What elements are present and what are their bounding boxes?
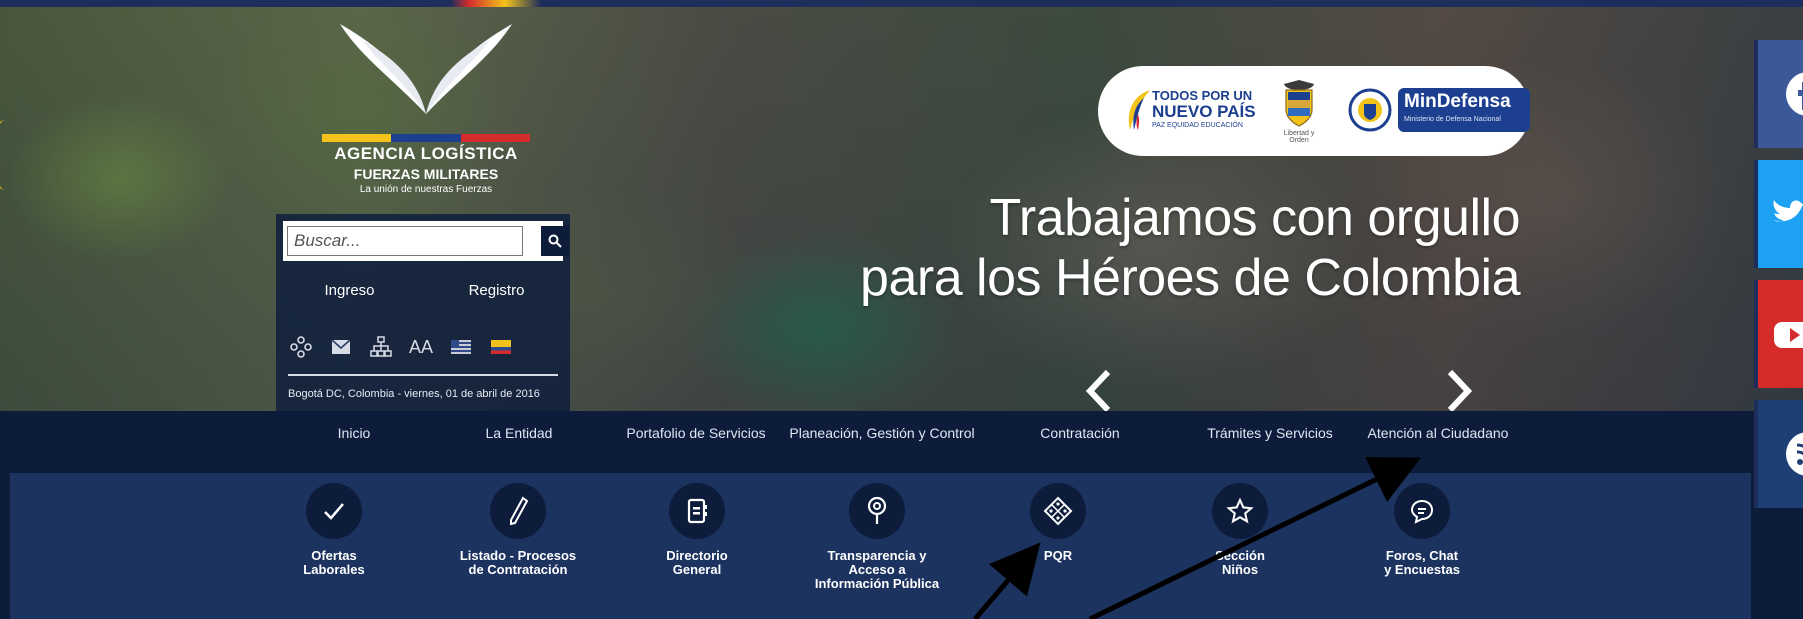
check-icon [306, 483, 362, 539]
address-book-icon [669, 483, 725, 539]
search-input[interactable] [287, 226, 523, 256]
twitter-link[interactable] [1754, 160, 1803, 268]
slogan-line-1: Trabajamos con orgullo [989, 189, 1521, 247]
service-label: PQR [1043, 548, 1073, 563]
search-icon [548, 234, 562, 248]
nav-portafolio[interactable]: Portafolio de Servicios [626, 425, 765, 441]
brand-subname: FUERZAS MILITARES [353, 166, 499, 182]
nav-la-entidad[interactable]: La Entidad [486, 425, 553, 441]
national-shield-logo[interactable]: Libertad y Orden [1274, 80, 1324, 144]
left-edge-strip [0, 411, 10, 619]
pen-icon [490, 483, 546, 539]
todos-line2: NUEVO PAÍS [1152, 102, 1256, 121]
service-foros-chat[interactable]: Foros, Chat y Encuestas [1342, 483, 1502, 577]
nav-contratacion[interactable]: Contratación [1040, 425, 1119, 441]
register-link[interactable]: Registro [423, 282, 570, 299]
star-icon [1212, 483, 1268, 539]
nav-planeacion[interactable]: Planeación, Gestión y Control [789, 425, 974, 441]
slogan-line-2: para los Héroes de Colombia [860, 249, 1520, 307]
service-label: Sección Niños [1215, 548, 1265, 577]
flag-bar [322, 134, 530, 142]
service-label: Ofertas Laborales [303, 548, 365, 577]
service-label: Transparencia y Acceso a Información Púb… [814, 548, 940, 591]
todos-line3: PAZ EQUIDAD EDUCACIÓN [1152, 122, 1243, 129]
twitter-icon [1773, 200, 1803, 222]
nav-inicio[interactable]: Inicio [338, 425, 371, 441]
rss-link[interactable] [1754, 400, 1803, 508]
wings-icon [340, 24, 512, 114]
search-button[interactable] [541, 226, 569, 256]
service-label: Foros, Chat y Encuestas [1384, 548, 1460, 577]
service-listado-procesos[interactable]: Listado - Procesos de Contratación [438, 483, 598, 577]
carousel-next-icon[interactable] [1444, 368, 1476, 414]
service-transparencia[interactable]: Transparencia y Acceso a Información Púb… [797, 483, 957, 591]
flag-us-icon[interactable] [448, 334, 474, 360]
accessibility-tools: AA [288, 332, 558, 362]
org-chart-icon[interactable] [368, 334, 394, 360]
divider [288, 374, 558, 376]
auth-links: Ingreso Registro [276, 282, 570, 299]
chat-bubble-icon [1394, 483, 1450, 539]
text-size-icon[interactable]: AA [408, 334, 434, 360]
todos-line1: TODOS POR UN [1152, 88, 1253, 103]
quick-panel: Ingreso Registro AA Bogotá DC, Colombia … [276, 214, 570, 411]
service-seccion-ninos[interactable]: Sección Niños [1160, 483, 1320, 577]
services-bar: Ofertas Laborales Listado - Procesos de … [0, 473, 1751, 619]
colombia-swoosh-icon [1128, 90, 1150, 130]
current-date: Bogotá DC, Colombia - viernes, 01 de abr… [288, 388, 540, 400]
mindefensa-title: MinDefensa [1404, 91, 1511, 112]
mail-icon[interactable] [328, 334, 354, 360]
facebook-icon [1786, 72, 1803, 116]
mindefensa-box: MinDefensa Ministerio de Defensa Naciona… [1398, 88, 1530, 132]
main-navigation: Inicio La Entidad Portafolio de Servicio… [0, 411, 1751, 473]
government-badges: TODOS POR UN NUEVO PAÍS PAZ EQUIDAD EDUC… [1098, 66, 1530, 156]
brand-tagline: La unión de nuestras Fuerzas [359, 184, 493, 195]
brand-name: AGENCIA LOGÍSTICA [334, 144, 518, 163]
rss-icon [1786, 432, 1803, 476]
nav-atencion[interactable]: Atención al Ciudadano [1368, 425, 1509, 441]
service-ofertas-laborales[interactable]: Ofertas Laborales [254, 483, 414, 577]
youtube-icon [1774, 322, 1803, 348]
search-box [283, 221, 569, 261]
nav-tramites[interactable]: Trámites y Servicios [1207, 425, 1333, 441]
carousel-prev-icon[interactable] [1082, 368, 1114, 414]
mindefensa-seal-icon [1348, 88, 1392, 132]
coat-of-arms-icon [1284, 80, 1314, 127]
facebook-link[interactable] [1754, 40, 1803, 148]
shield-caption: Libertad y Orden [1283, 130, 1315, 144]
top-color-band [0, 0, 1803, 7]
site-logo[interactable]: AGENCIA LOGÍSTICA FUERZAS MILITARES La u… [322, 18, 530, 195]
mindefensa-subtitle: Ministerio de Defensa Nacional [1404, 116, 1501, 123]
sitemap-tree-icon[interactable] [288, 334, 314, 360]
service-directorio-general[interactable]: Directorio General [617, 483, 777, 577]
service-label: Listado - Procesos de Contratación [459, 548, 577, 577]
pqr-diamond-icon [1030, 483, 1086, 539]
flag-colombia-icon[interactable] [488, 334, 514, 360]
location-pin-icon [849, 483, 905, 539]
youtube-link[interactable] [1754, 280, 1803, 388]
login-link[interactable]: Ingreso [276, 282, 423, 299]
service-pqr[interactable]: PQR [978, 483, 1138, 563]
service-label: Directorio General [666, 548, 728, 577]
hero-slogan: Trabajamos con orgullo para los Héroes d… [840, 188, 1520, 308]
